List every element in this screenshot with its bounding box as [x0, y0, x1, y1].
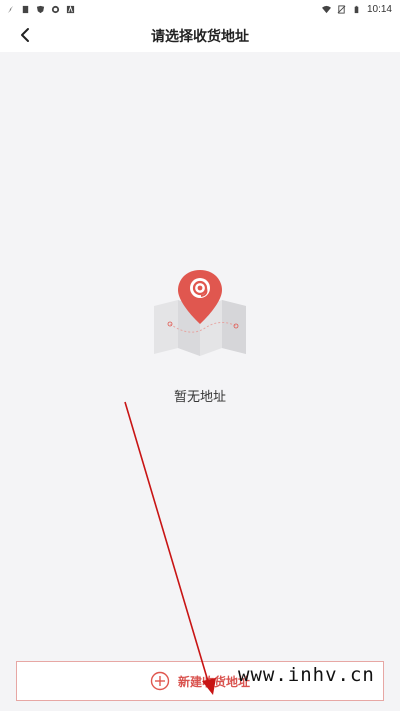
no-sim-icon [337, 4, 346, 14]
status-left-icons [6, 4, 75, 14]
map-pin-icon [154, 270, 246, 356]
status-time: 10:14 [366, 3, 392, 15]
shield-icon [36, 5, 45, 13]
watermark: www.inhv.cn [238, 664, 375, 686]
wifi-icon [321, 5, 331, 13]
plus-circle-icon [150, 671, 170, 691]
sim-icon [22, 5, 29, 13]
status-bar: 10:14 [0, 0, 400, 18]
header-bar: 请选择收货地址 [0, 18, 400, 52]
gear-icon [51, 5, 60, 13]
page-title: 请选择收货地址 [151, 29, 249, 45]
a-icon [66, 4, 75, 13]
battery-icon [354, 5, 359, 13]
flash-icon [7, 5, 14, 13]
empty-state-message: 暂无地址 [173, 390, 226, 405]
status-right-icons: 10:14 [321, 3, 392, 15]
